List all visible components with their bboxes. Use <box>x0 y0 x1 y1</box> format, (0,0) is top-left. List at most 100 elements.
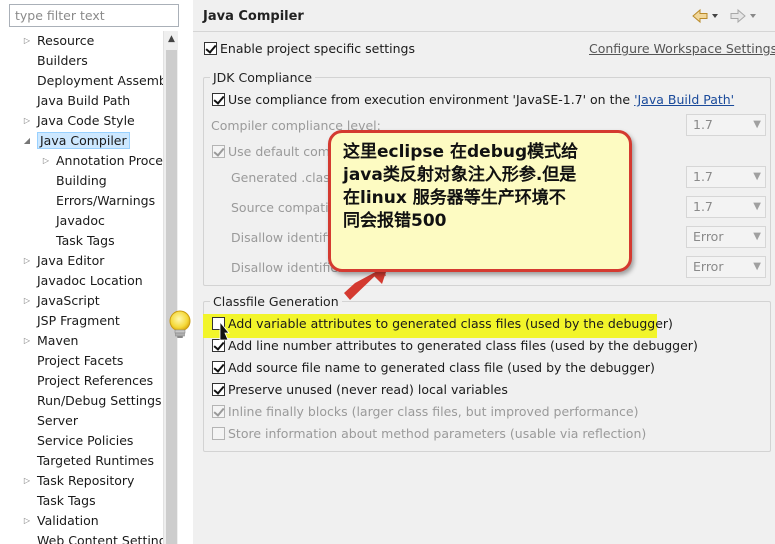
tree-item-label: Building <box>56 173 107 188</box>
classfile-option-checkbox[interactable] <box>212 427 225 440</box>
scroll-up-arrow-icon[interactable]: ▲ <box>164 31 179 48</box>
tree-scrollbar[interactable]: ▲ <box>163 31 178 544</box>
classfile-option-checkbox[interactable] <box>212 405 225 418</box>
configure-workspace-link[interactable]: Configure Workspace Settings... <box>589 41 775 56</box>
tree-item[interactable]: Targeted Runtimes <box>0 451 154 471</box>
tree-item[interactable]: ▷ Validation <box>0 511 99 531</box>
tree-item[interactable]: ▷ Java Editor <box>0 251 104 271</box>
tree-item-label: Project Facets <box>37 353 124 368</box>
tree-item[interactable]: ▷ Resource <box>0 31 94 51</box>
chevron-down-icon: ▼ <box>753 261 761 272</box>
tree-item[interactable]: Server <box>0 411 78 431</box>
disallow-assert-value: Error <box>693 229 724 244</box>
tree-item[interactable]: Building <box>0 171 107 191</box>
generated-class-combo[interactable]: 1.7 ▼ <box>686 166 766 188</box>
scrollbar-thumb[interactable] <box>166 50 177 544</box>
collapse-arrow-icon[interactable]: ◢ <box>22 131 32 151</box>
tree-item[interactable]: Task Tags <box>0 231 115 251</box>
tree-item[interactable]: Errors/Warnings <box>0 191 155 211</box>
tree-item[interactable]: Project References <box>0 371 153 391</box>
tree-item-label: Deployment Assembly <box>37 73 163 88</box>
tree-item-label: Project References <box>37 373 154 388</box>
tree-item[interactable]: ▷ JavaScript <box>0 291 100 311</box>
tree-item[interactable]: ▷ Annotation Processing <box>0 151 163 171</box>
forward-arrow-icon[interactable] <box>730 8 746 24</box>
tree-item-label: Annotation Processing <box>56 153 163 168</box>
classfile-option-checkbox[interactable] <box>212 317 225 330</box>
classfile-option-label: Inline finally blocks (larger class file… <box>228 404 639 419</box>
source-compat-value: 1.7 <box>693 199 713 214</box>
tree-item[interactable]: Web Content Settings <box>0 531 163 544</box>
navigation-history-controls <box>692 8 756 24</box>
disallow-enum-combo[interactable]: Error ▼ <box>686 256 766 278</box>
tree-item[interactable]: Project Facets <box>0 351 123 371</box>
tree-item-label: Validation <box>37 513 99 528</box>
tree-item[interactable]: ◢ Java Compiler <box>0 131 130 151</box>
compliance-level-value: 1.7 <box>693 117 713 132</box>
tree-item-label: Maven <box>37 333 79 348</box>
tree-item-label: Javadoc <box>56 213 105 228</box>
expand-arrow-icon[interactable]: ▷ <box>22 511 32 531</box>
tree-item-label: Javadoc Location <box>37 273 143 288</box>
tree-item-label: Builders <box>37 53 88 68</box>
tree-item-label: JavaScript <box>37 293 100 308</box>
back-dropdown-icon[interactable] <box>712 14 718 18</box>
enable-project-specific-label: Enable project specific settings <box>220 41 415 56</box>
tree-item[interactable]: JSP Fragment <box>0 311 120 331</box>
tree-item[interactable]: Javadoc <box>0 211 105 231</box>
expand-arrow-icon[interactable]: ▷ <box>22 251 32 271</box>
tree-item-label: Java Code Style <box>37 113 135 128</box>
callout-line: 同会报错500 <box>343 211 447 231</box>
annotation-callout: 这里eclipse 在debug模式给 java类反射对象注入形参.但是 在linu… <box>328 130 632 272</box>
tree-item-label: Task Tags <box>37 493 96 508</box>
tree-item[interactable]: ▷ Task Repository <box>0 471 135 491</box>
use-compliance-label: Use compliance from execution environmen… <box>228 92 734 107</box>
chevron-down-icon: ▼ <box>753 231 761 242</box>
use-compliance-checkbox[interactable] <box>212 93 225 106</box>
callout-line: 在linux 服务器等生产环境不 <box>343 188 566 208</box>
disallow-assert-combo[interactable]: Error ▼ <box>686 226 766 248</box>
use-compliance-text: Use compliance from execution environmen… <box>228 92 635 107</box>
tree-item[interactable]: Java Build Path <box>0 91 130 111</box>
tree-item[interactable]: ▷ Java Code Style <box>0 111 135 131</box>
enable-project-specific-checkbox[interactable] <box>204 42 217 55</box>
expand-arrow-icon[interactable]: ▷ <box>22 111 32 131</box>
tree-item-label: Errors/Warnings <box>56 193 156 208</box>
expand-arrow-icon[interactable]: ▷ <box>41 151 51 171</box>
tree-item-label: Service Policies <box>37 433 134 448</box>
tree-item[interactable]: Task Tags <box>0 491 96 511</box>
tree-item-label: Run/Debug Settings <box>37 393 162 408</box>
chevron-down-icon: ▼ <box>753 171 761 182</box>
classfile-option-label: Add line number attributes to generated … <box>228 338 698 353</box>
callout-line: 这里eclipse 在debug模式给 <box>343 142 579 162</box>
tree-item[interactable]: Javadoc Location <box>0 271 143 291</box>
tree-item-label: Task Tags <box>56 233 115 248</box>
tree-item-label: Java Editor <box>37 253 105 268</box>
tree-item[interactable]: Service Policies <box>0 431 133 451</box>
source-compat-combo[interactable]: 1.7 ▼ <box>686 196 766 218</box>
expand-arrow-icon[interactable]: ▷ <box>22 31 32 51</box>
classfile-option-label: Add variable attributes to generated cla… <box>228 316 673 331</box>
expand-arrow-icon[interactable]: ▷ <box>22 471 32 491</box>
forward-dropdown-icon[interactable] <box>750 14 756 18</box>
use-default-compliance-checkbox[interactable] <box>212 145 225 158</box>
tree-item[interactable]: Run/Debug Settings <box>0 391 162 411</box>
classfile-option-checkbox[interactable] <box>212 383 225 396</box>
page-title: Java Compiler <box>203 9 304 24</box>
tree-item[interactable]: ▷ Maven <box>0 331 79 351</box>
classfile-generation-legend: Classfile Generation <box>213 294 339 309</box>
chevron-down-icon: ▼ <box>753 201 761 212</box>
compliance-level-combo[interactable]: 1.7 ▼ <box>686 114 766 136</box>
java-build-path-link[interactable]: 'Java Build Path' <box>634 92 734 107</box>
filter-input[interactable] <box>9 4 179 27</box>
tree-item[interactable]: Builders <box>0 51 88 71</box>
back-arrow-icon[interactable] <box>692 8 708 24</box>
classfile-option-checkbox[interactable] <box>212 339 225 352</box>
expand-arrow-icon[interactable]: ▷ <box>22 331 32 351</box>
callout-line: java类反射对象注入形参.但是 <box>343 165 577 185</box>
tree-item-label: Server <box>37 413 78 428</box>
expand-arrow-icon[interactable]: ▷ <box>22 291 32 311</box>
tree-item[interactable]: Deployment Assembly <box>0 71 163 91</box>
classfile-option-checkbox[interactable] <box>212 361 225 374</box>
classfile-option-label: Add source file name to generated class … <box>228 360 655 375</box>
